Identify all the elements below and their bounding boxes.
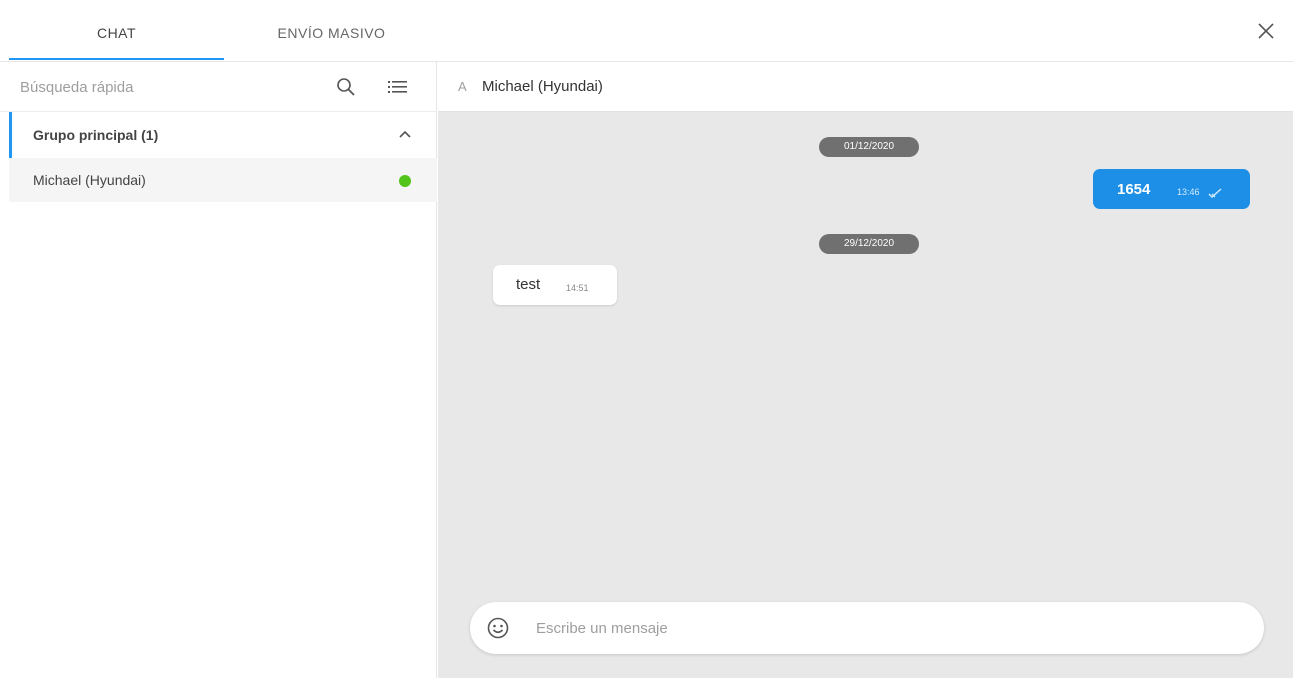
- contact-item[interactable]: Michael (Hyundai): [9, 158, 437, 202]
- outgoing-message: 1654 13:46: [1093, 169, 1250, 209]
- online-status-indicator: [399, 175, 411, 187]
- chevron-up-icon[interactable]: [398, 127, 412, 141]
- incoming-message: test 14:51: [493, 265, 617, 305]
- message-text: 1654: [1117, 181, 1151, 198]
- message-composer: [470, 602, 1264, 654]
- close-icon[interactable]: [1253, 18, 1279, 44]
- message-time: 14:51: [566, 283, 589, 293]
- recipient-prefix: A: [458, 79, 467, 94]
- message-input[interactable]: [536, 613, 1236, 643]
- date-separator: 29/12/2020: [819, 234, 919, 254]
- search-icon[interactable]: [336, 77, 356, 97]
- read-receipt-icon: [1208, 185, 1222, 198]
- message-time: 13:46: [1177, 187, 1200, 197]
- recipient-name: Michael (Hyundai): [482, 78, 603, 95]
- search-input[interactable]: [20, 72, 320, 102]
- contact-name: Michael (Hyundai): [33, 172, 146, 188]
- list-icon[interactable]: [388, 78, 408, 96]
- chat-header: A Michael (Hyundai): [438, 62, 1293, 112]
- tab-envio-masivo[interactable]: ENVÍO MASIVO: [224, 0, 439, 62]
- chat-app: CHAT ENVÍO MASIVO Búsqueda rápida Grupo …: [0, 0, 1293, 678]
- group-label: Grupo principal (1): [33, 127, 159, 143]
- date-separator: 01/12/2020: [819, 137, 919, 157]
- contacts-sidebar: Grupo principal (1) Michael (Hyundai): [0, 62, 437, 678]
- tab-bar: CHAT ENVÍO MASIVO: [0, 0, 1293, 62]
- tab-chat[interactable]: CHAT: [9, 0, 224, 62]
- message-text: test: [516, 276, 541, 293]
- search-bar: [0, 62, 437, 112]
- group-header[interactable]: Grupo principal (1): [0, 112, 437, 202]
- smile-icon[interactable]: [486, 616, 510, 640]
- chat-panel: A Michael (Hyundai) 01/12/2020 1654 13:4…: [438, 62, 1293, 678]
